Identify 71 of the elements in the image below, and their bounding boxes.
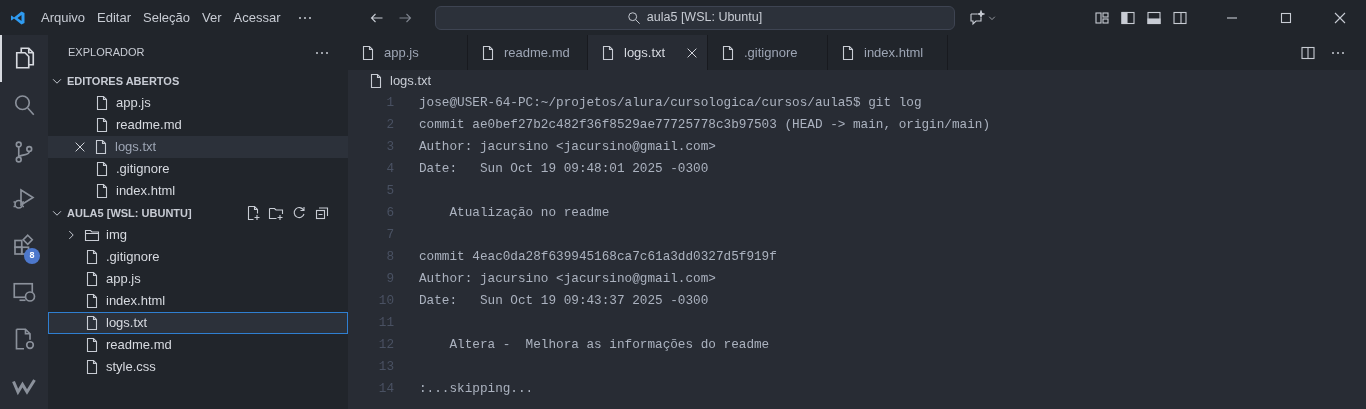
menu-item[interactable]: Arquivo	[35, 4, 92, 31]
file-icon	[93, 139, 109, 155]
file-item[interactable]: readme.md	[48, 114, 348, 136]
menu-item[interactable]: Ver	[196, 4, 228, 31]
search-icon[interactable]	[12, 93, 36, 118]
close-icon[interactable]	[73, 140, 87, 154]
remote-monitor-icon[interactable]	[12, 280, 36, 305]
sidebar-toggle-icon[interactable]	[1120, 9, 1136, 26]
file-icon	[84, 359, 100, 375]
code-line: Author: jacursino <jacursino@gmail.com>	[419, 138, 716, 157]
refresh-icon[interactable]	[291, 205, 307, 221]
menu-item[interactable]: Acessar	[227, 4, 287, 31]
command-center-field[interactable]: aula5 [WSL: Ubuntu]	[434, 5, 955, 30]
sidebar-title: EXPLORADOR	[68, 45, 145, 61]
file-item[interactable]: .gitignore	[48, 158, 348, 180]
menu-item[interactable]: Seleção	[137, 4, 197, 31]
file-item[interactable]: .gitignore	[48, 246, 348, 268]
breadcrumb-item[interactable]: logs.txt	[390, 71, 432, 91]
run-debug-icon[interactable]	[12, 186, 36, 211]
file-icon	[94, 117, 110, 133]
file-icon	[840, 44, 856, 61]
file-icon	[84, 315, 100, 331]
search-icon	[626, 10, 641, 25]
collapse-all-icon[interactable]	[314, 205, 330, 221]
file-icon	[84, 271, 100, 287]
file-item[interactable]: app.js	[48, 268, 348, 290]
file-item[interactable]: index.html	[48, 290, 348, 312]
file-icon	[600, 44, 616, 61]
code-line: Date: Sun Oct 19 09:43:37 2025 -0300	[419, 292, 709, 311]
file-icon	[94, 183, 110, 199]
code-line: :...skipping...	[419, 380, 534, 399]
file-icon	[480, 44, 496, 61]
code-line: Altera - Melhora as informações do readme	[448, 336, 770, 355]
file-item[interactable]: readme.md	[48, 334, 348, 356]
folder-icon	[84, 227, 100, 243]
new-folder-icon[interactable]	[268, 205, 284, 221]
file-icon	[94, 95, 110, 111]
new-file-icon[interactable]	[245, 205, 261, 221]
code-line: Author: jacursino <jacursino@gmail.com>	[419, 270, 716, 289]
section-header[interactable]: AULA5 [WSL: UBUNTU]	[48, 202, 348, 224]
file-item[interactable]: logs.txt	[48, 312, 348, 334]
editor-logo-icon	[10, 9, 26, 26]
file-icon	[84, 249, 100, 265]
code-line: Date: Sun Oct 19 09:48:01 2025 -0300	[419, 160, 709, 179]
secondary-sidebar-icon[interactable]	[1172, 9, 1188, 26]
menu-item[interactable]: Editar	[91, 4, 138, 31]
section-header[interactable]: EDITORES ABERTOS	[48, 70, 348, 92]
code-line: jose@USER-64-PC:~/projetos/alura/cursologica/cursos/aula5$ git log	[419, 94, 922, 113]
notification-badge: 8	[24, 248, 40, 264]
layout-icon[interactable]	[1094, 9, 1110, 26]
chat-button[interactable]	[968, 9, 997, 26]
code-line: commit ae0bef27b2c482f36f8529ae77725778c3b97503 (HEAD -> main, origin/main)	[419, 116, 991, 135]
file-icon	[368, 73, 384, 89]
sparkle-chat-icon	[968, 9, 985, 26]
file-item[interactable]: img	[48, 224, 348, 246]
file-icon	[360, 44, 376, 61]
code-line: Atualização no readme	[448, 204, 610, 223]
file-item[interactable]: style.css	[48, 356, 348, 378]
file-icon	[84, 293, 100, 309]
file-icon	[94, 161, 110, 177]
file-item[interactable]: logs.txt	[48, 136, 348, 158]
file-icon	[84, 337, 100, 353]
split-editor-icon[interactable]	[1300, 44, 1316, 61]
editor-tab[interactable]: logs.txt	[588, 35, 708, 70]
files-icon[interactable]	[13, 46, 37, 71]
extensions-icon[interactable]	[12, 233, 36, 258]
file-item[interactable]: app.js	[48, 92, 348, 114]
file-item[interactable]: index.html	[48, 180, 348, 202]
code-line: commit 4eac0da28f639945168ca7c61a3dd0327d5f919f	[419, 248, 777, 267]
panel-toggle-icon[interactable]	[1146, 9, 1162, 26]
file-icon	[720, 44, 736, 61]
